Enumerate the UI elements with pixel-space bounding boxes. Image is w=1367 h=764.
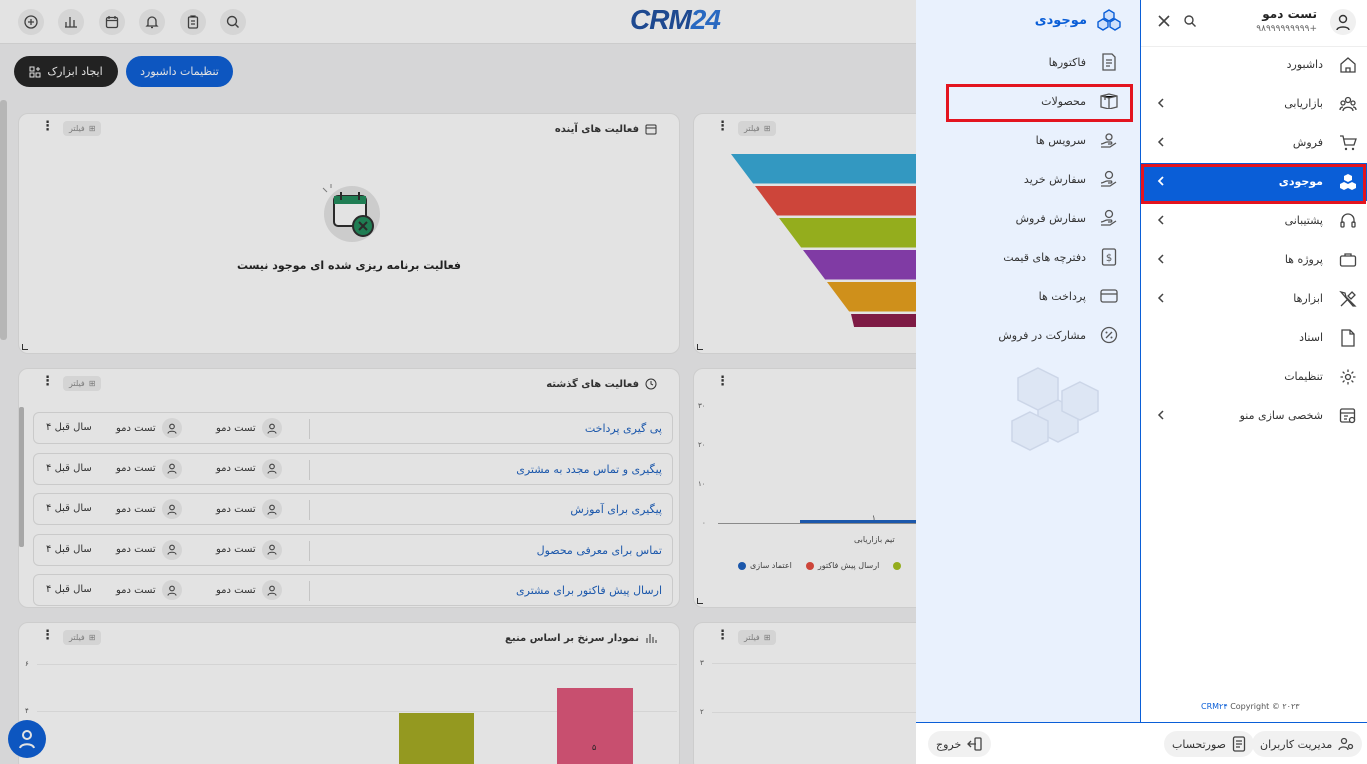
submenu-item-purchase-orders[interactable]: سفارش خرید (1024, 168, 1118, 190)
cart-icon (1340, 135, 1357, 151)
hand-coin-icon (1100, 209, 1118, 227)
sidebar-item-dashboard[interactable]: داشبورد (1141, 46, 1367, 84)
highlight-inventory (1141, 164, 1366, 204)
users-gear-icon (1338, 737, 1354, 751)
user-phone: ۹۸۹۹۹۹۹۹۹۹۹+ (1256, 24, 1317, 34)
percent-icon (1100, 326, 1118, 344)
search-icon[interactable] (1183, 14, 1197, 28)
submenu-item-sales-partnership[interactable]: مشارکت در فروش (998, 324, 1118, 346)
svg-text:$: $ (1106, 253, 1112, 264)
chevron-left-icon (1157, 293, 1164, 303)
modal-overlay[interactable] (0, 0, 916, 764)
tools-icon (1339, 290, 1357, 307)
user-icon (1336, 14, 1350, 31)
invoice-icon (1232, 736, 1246, 752)
submenu-item-price-books[interactable]: دفترچه های قیمت $ (1003, 246, 1118, 268)
sidebar-item-documents[interactable]: اسناد (1141, 319, 1367, 357)
headset-icon (1340, 213, 1356, 228)
chevron-left-icon (1157, 98, 1164, 108)
chevron-left-icon (1157, 410, 1164, 420)
submenu-item-services[interactable]: سرویس ها (1036, 129, 1118, 151)
avatar[interactable] (1330, 9, 1356, 35)
sidebar-item-settings[interactable]: تنظیمات (1141, 358, 1367, 396)
user-name: تست دمو (1262, 7, 1317, 21)
submenu-item-payments[interactable]: پرداخت ها (1039, 285, 1118, 307)
dollar-icon: $ (1100, 248, 1118, 266)
sidebar-item-sales[interactable]: فروش (1141, 124, 1367, 162)
bottom-bar: خروج صورتحساب مدیریت کاربران (916, 722, 1367, 764)
sidebar-item-tools[interactable]: ابزارها (1141, 280, 1367, 318)
chevron-left-icon (1157, 254, 1164, 264)
copyright: CRM۲۴ Copyright © ۲۰۲۳ (1201, 702, 1300, 711)
chevron-left-icon (1157, 137, 1164, 147)
menu-settings-icon (1339, 408, 1356, 424)
sidebar-item-menu-customization[interactable]: شخصی سازی منو (1141, 397, 1367, 435)
sidebar-item-marketing[interactable]: بازاریابی (1141, 85, 1367, 123)
gear-icon (1340, 369, 1356, 385)
logout-button[interactable]: خروج (928, 731, 992, 757)
chevron-left-icon (1157, 215, 1164, 225)
boxes-watermark-icon (1008, 358, 1104, 454)
home-icon (1340, 57, 1356, 73)
invoice-icon (1100, 53, 1118, 71)
card-icon (1100, 287, 1118, 305)
document-icon (1341, 329, 1355, 347)
user-management-button[interactable]: مدیریت کاربران (1252, 731, 1363, 757)
service-icon (1100, 131, 1118, 149)
invoice-button[interactable]: صورتحساب (1164, 731, 1255, 757)
close-icon[interactable] (1157, 14, 1171, 28)
sidebar-item-projects[interactable]: پروژه ها (1141, 241, 1367, 279)
users-icon (1339, 96, 1357, 112)
submenu-item-sales-orders[interactable]: سفارش فروش (1016, 207, 1118, 229)
main-sidebar: تست دمو ۹۸۹۹۹۹۹۹۹۹۹+ داشبورد بازاریابی ف… (1141, 0, 1367, 722)
briefcase-icon (1339, 253, 1357, 267)
hand-coin-icon (1100, 170, 1118, 188)
logout-icon (967, 737, 982, 751)
highlight-products (946, 84, 1133, 122)
submenu-item-invoices[interactable]: فاکتورها (1049, 51, 1118, 73)
sidebar-item-support[interactable]: پشتیبانی (1141, 202, 1367, 240)
submenu-title: موجودی (1035, 8, 1121, 32)
boxes-icon (1097, 9, 1121, 31)
